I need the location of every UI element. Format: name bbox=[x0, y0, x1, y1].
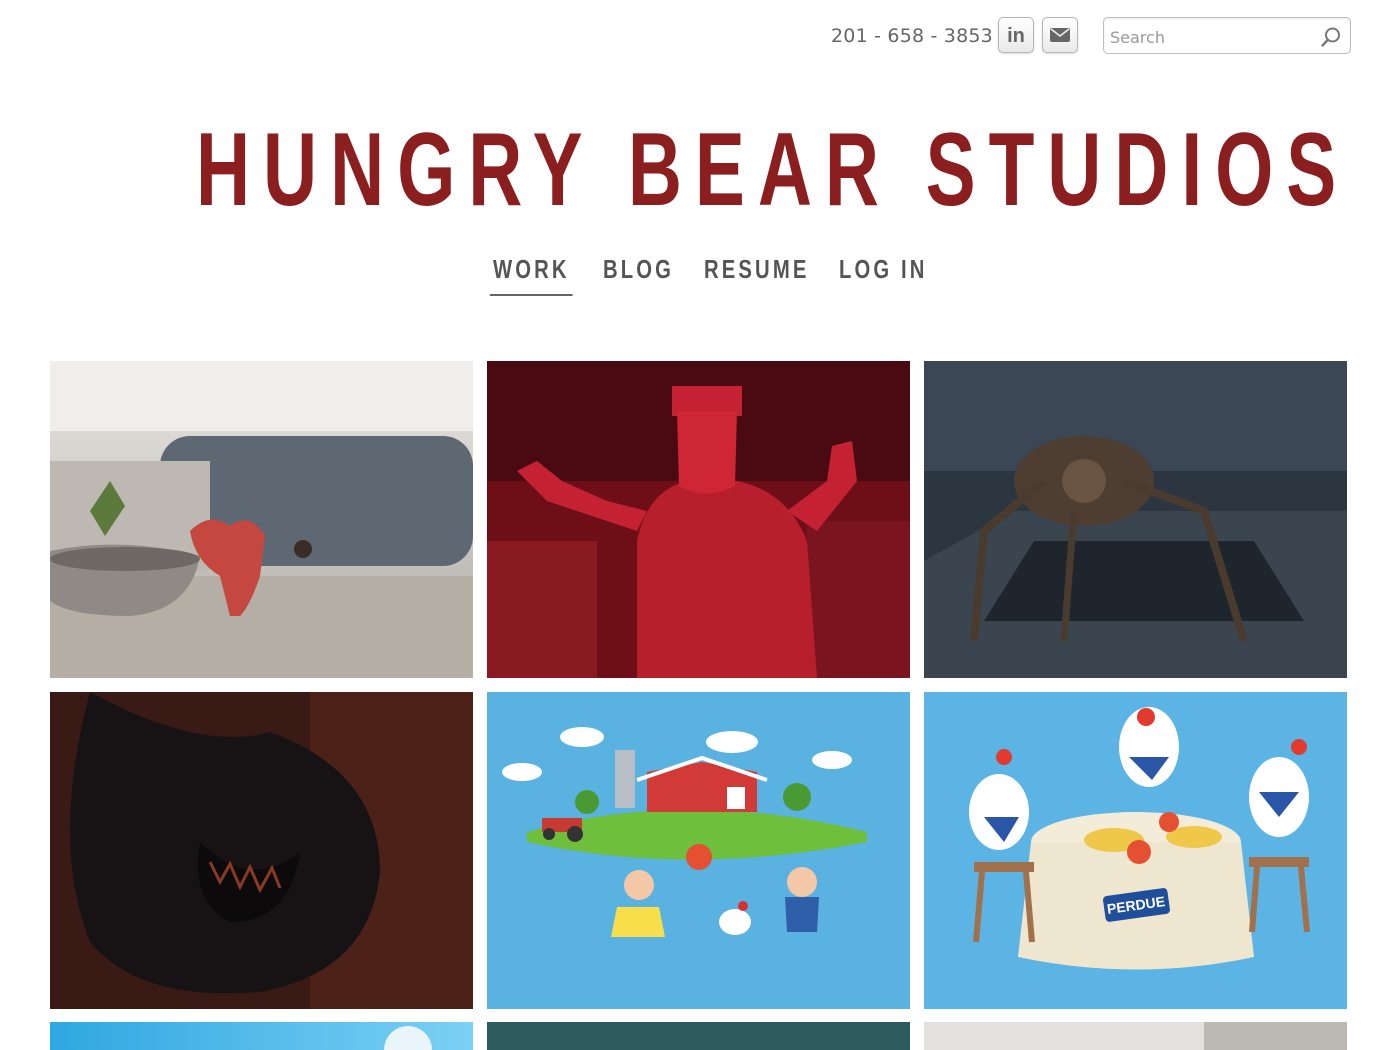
phone-number: 201 - 658 - 3853 bbox=[831, 25, 993, 47]
search-input[interactable] bbox=[1108, 24, 1312, 50]
teal-image bbox=[487, 1022, 910, 1050]
gallery-tile-blue-mail[interactable] bbox=[50, 1022, 473, 1050]
demogorgon-image bbox=[924, 361, 1347, 678]
linkedin-icon: in bbox=[1007, 25, 1025, 47]
gallery-tile-demogorgon[interactable] bbox=[924, 361, 1347, 678]
gallery-tile-teal[interactable] bbox=[487, 1022, 910, 1050]
top-bar: 201 - 658 - 3853 in bbox=[0, 16, 1400, 58]
gallery-tile-farm-illustration[interactable] bbox=[487, 692, 910, 1009]
mail-icon bbox=[1050, 28, 1070, 42]
search-icon[interactable] bbox=[1320, 26, 1342, 48]
site-logo[interactable]: HUNGRY BEAR STUDIOS bbox=[196, 110, 1336, 230]
farm-illustration-image bbox=[487, 692, 910, 1009]
origami-rooster-image bbox=[50, 361, 473, 678]
dark-creature-image bbox=[50, 692, 473, 1009]
perdue-chickens-image: PERDUE bbox=[924, 692, 1347, 1009]
red-monster-image bbox=[487, 361, 910, 678]
search-box bbox=[1103, 17, 1351, 54]
blue-mail-image bbox=[50, 1022, 473, 1050]
gallery-tile-perdue-chickens[interactable]: PERDUE bbox=[924, 692, 1347, 1009]
gallery-tile-origami-rooster[interactable] bbox=[50, 361, 473, 678]
gallery-tile-grey[interactable] bbox=[924, 1022, 1347, 1050]
nav-item-blog[interactable]: BLOG bbox=[603, 254, 674, 285]
grey-image bbox=[924, 1022, 1347, 1050]
nav-item-login[interactable]: LOG IN bbox=[839, 254, 928, 285]
linkedin-button[interactable]: in bbox=[998, 17, 1034, 53]
main-nav: WORK BLOG RESUME LOG IN bbox=[0, 254, 1400, 296]
nav-item-work[interactable]: WORK bbox=[489, 254, 574, 296]
gallery-tile-dark-creature[interactable] bbox=[50, 692, 473, 1009]
email-button[interactable] bbox=[1042, 17, 1078, 53]
gallery-tile-red-monster[interactable] bbox=[487, 361, 910, 678]
nav-item-resume[interactable]: RESUME bbox=[704, 254, 809, 285]
svg-text:in: in bbox=[1007, 25, 1025, 47]
